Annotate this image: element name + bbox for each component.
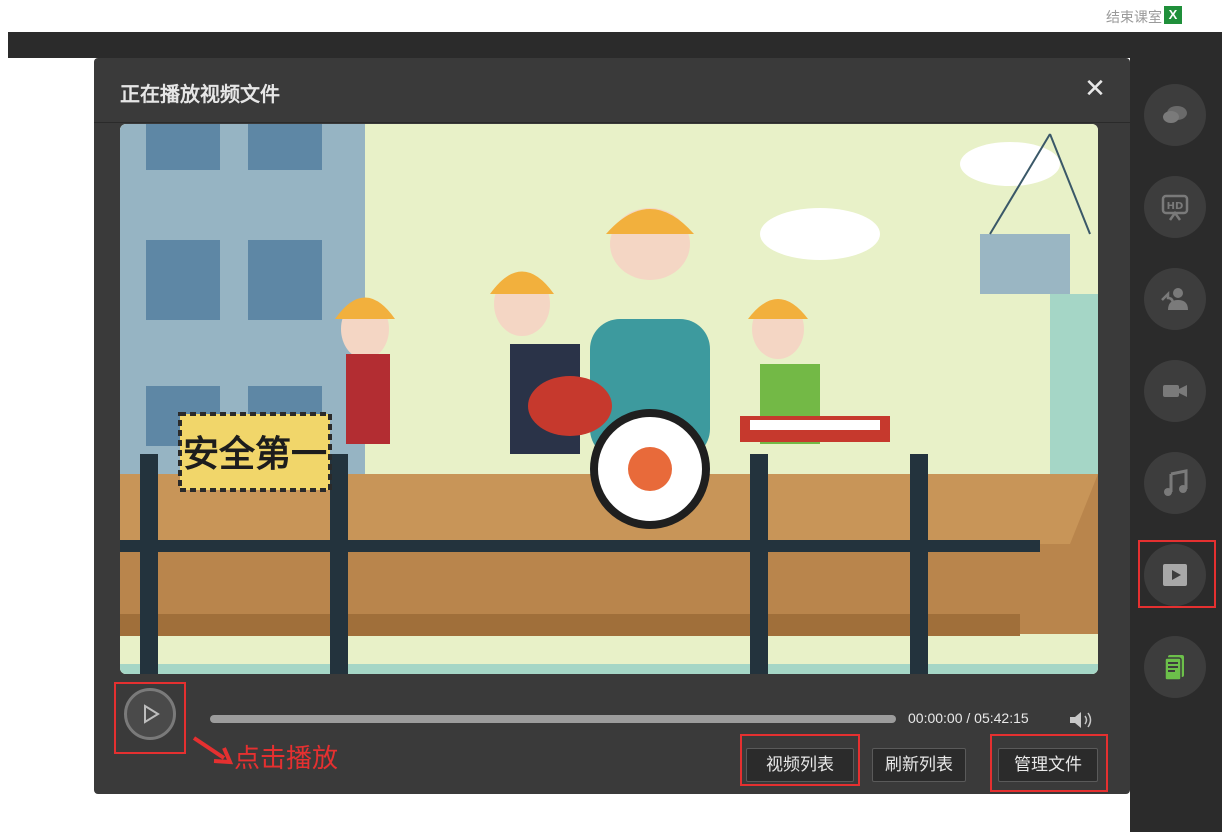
click-to-play-hint: 点击播放 — [234, 744, 339, 774]
highlight-video-list — [740, 734, 860, 786]
progress-bar[interactable] — [210, 715, 896, 723]
music-note-icon — [1164, 469, 1188, 496]
highlight-manage-files — [990, 734, 1108, 792]
volume-icon[interactable] — [1068, 710, 1094, 730]
document-button[interactable] — [1144, 636, 1206, 698]
music-button[interactable] — [1144, 452, 1206, 514]
video-frame[interactable]: 安全第一 — [120, 124, 1098, 674]
hd-button[interactable]: HD — [1144, 176, 1206, 238]
user-share-icon — [1161, 288, 1188, 310]
video-camera-icon — [1163, 385, 1187, 397]
highlight-play-button — [114, 682, 186, 754]
playback-time: 00:00:00 / 05:42:15 — [908, 710, 1029, 726]
hint-arrow-icon — [192, 736, 234, 765]
svg-text:HD: HD — [1167, 201, 1184, 212]
top-bar: 结束课室 X — [0, 0, 1222, 32]
refresh-list-button[interactable]: 刷新列表 — [872, 748, 966, 782]
video-camera-button[interactable] — [1144, 360, 1206, 422]
user-share-button[interactable] — [1144, 268, 1206, 330]
right-toolbar — [1130, 58, 1222, 832]
hd-icon: HD — [1161, 194, 1189, 221]
document-icon — [1164, 655, 1184, 681]
highlight-video-tool — [1138, 540, 1216, 608]
excel-icon[interactable]: X — [1164, 6, 1182, 24]
close-button[interactable]: ✕ — [1082, 76, 1108, 102]
video-scene-image: 安全第一 — [120, 124, 1098, 674]
chat-button[interactable] — [1144, 84, 1206, 146]
dialog-title: 正在播放视频文件 — [120, 82, 280, 106]
chat-icon — [1163, 106, 1187, 123]
end-class-label[interactable]: 结束课室 — [1106, 7, 1162, 27]
video-player-dialog: 正在播放视频文件 ✕ 安全第一 00:00:00 / 05:42:15 点击播放… — [94, 58, 1130, 794]
safety-sign-text: 安全第一 — [183, 433, 327, 475]
header-strip — [8, 32, 1222, 58]
title-divider — [94, 122, 1130, 123]
